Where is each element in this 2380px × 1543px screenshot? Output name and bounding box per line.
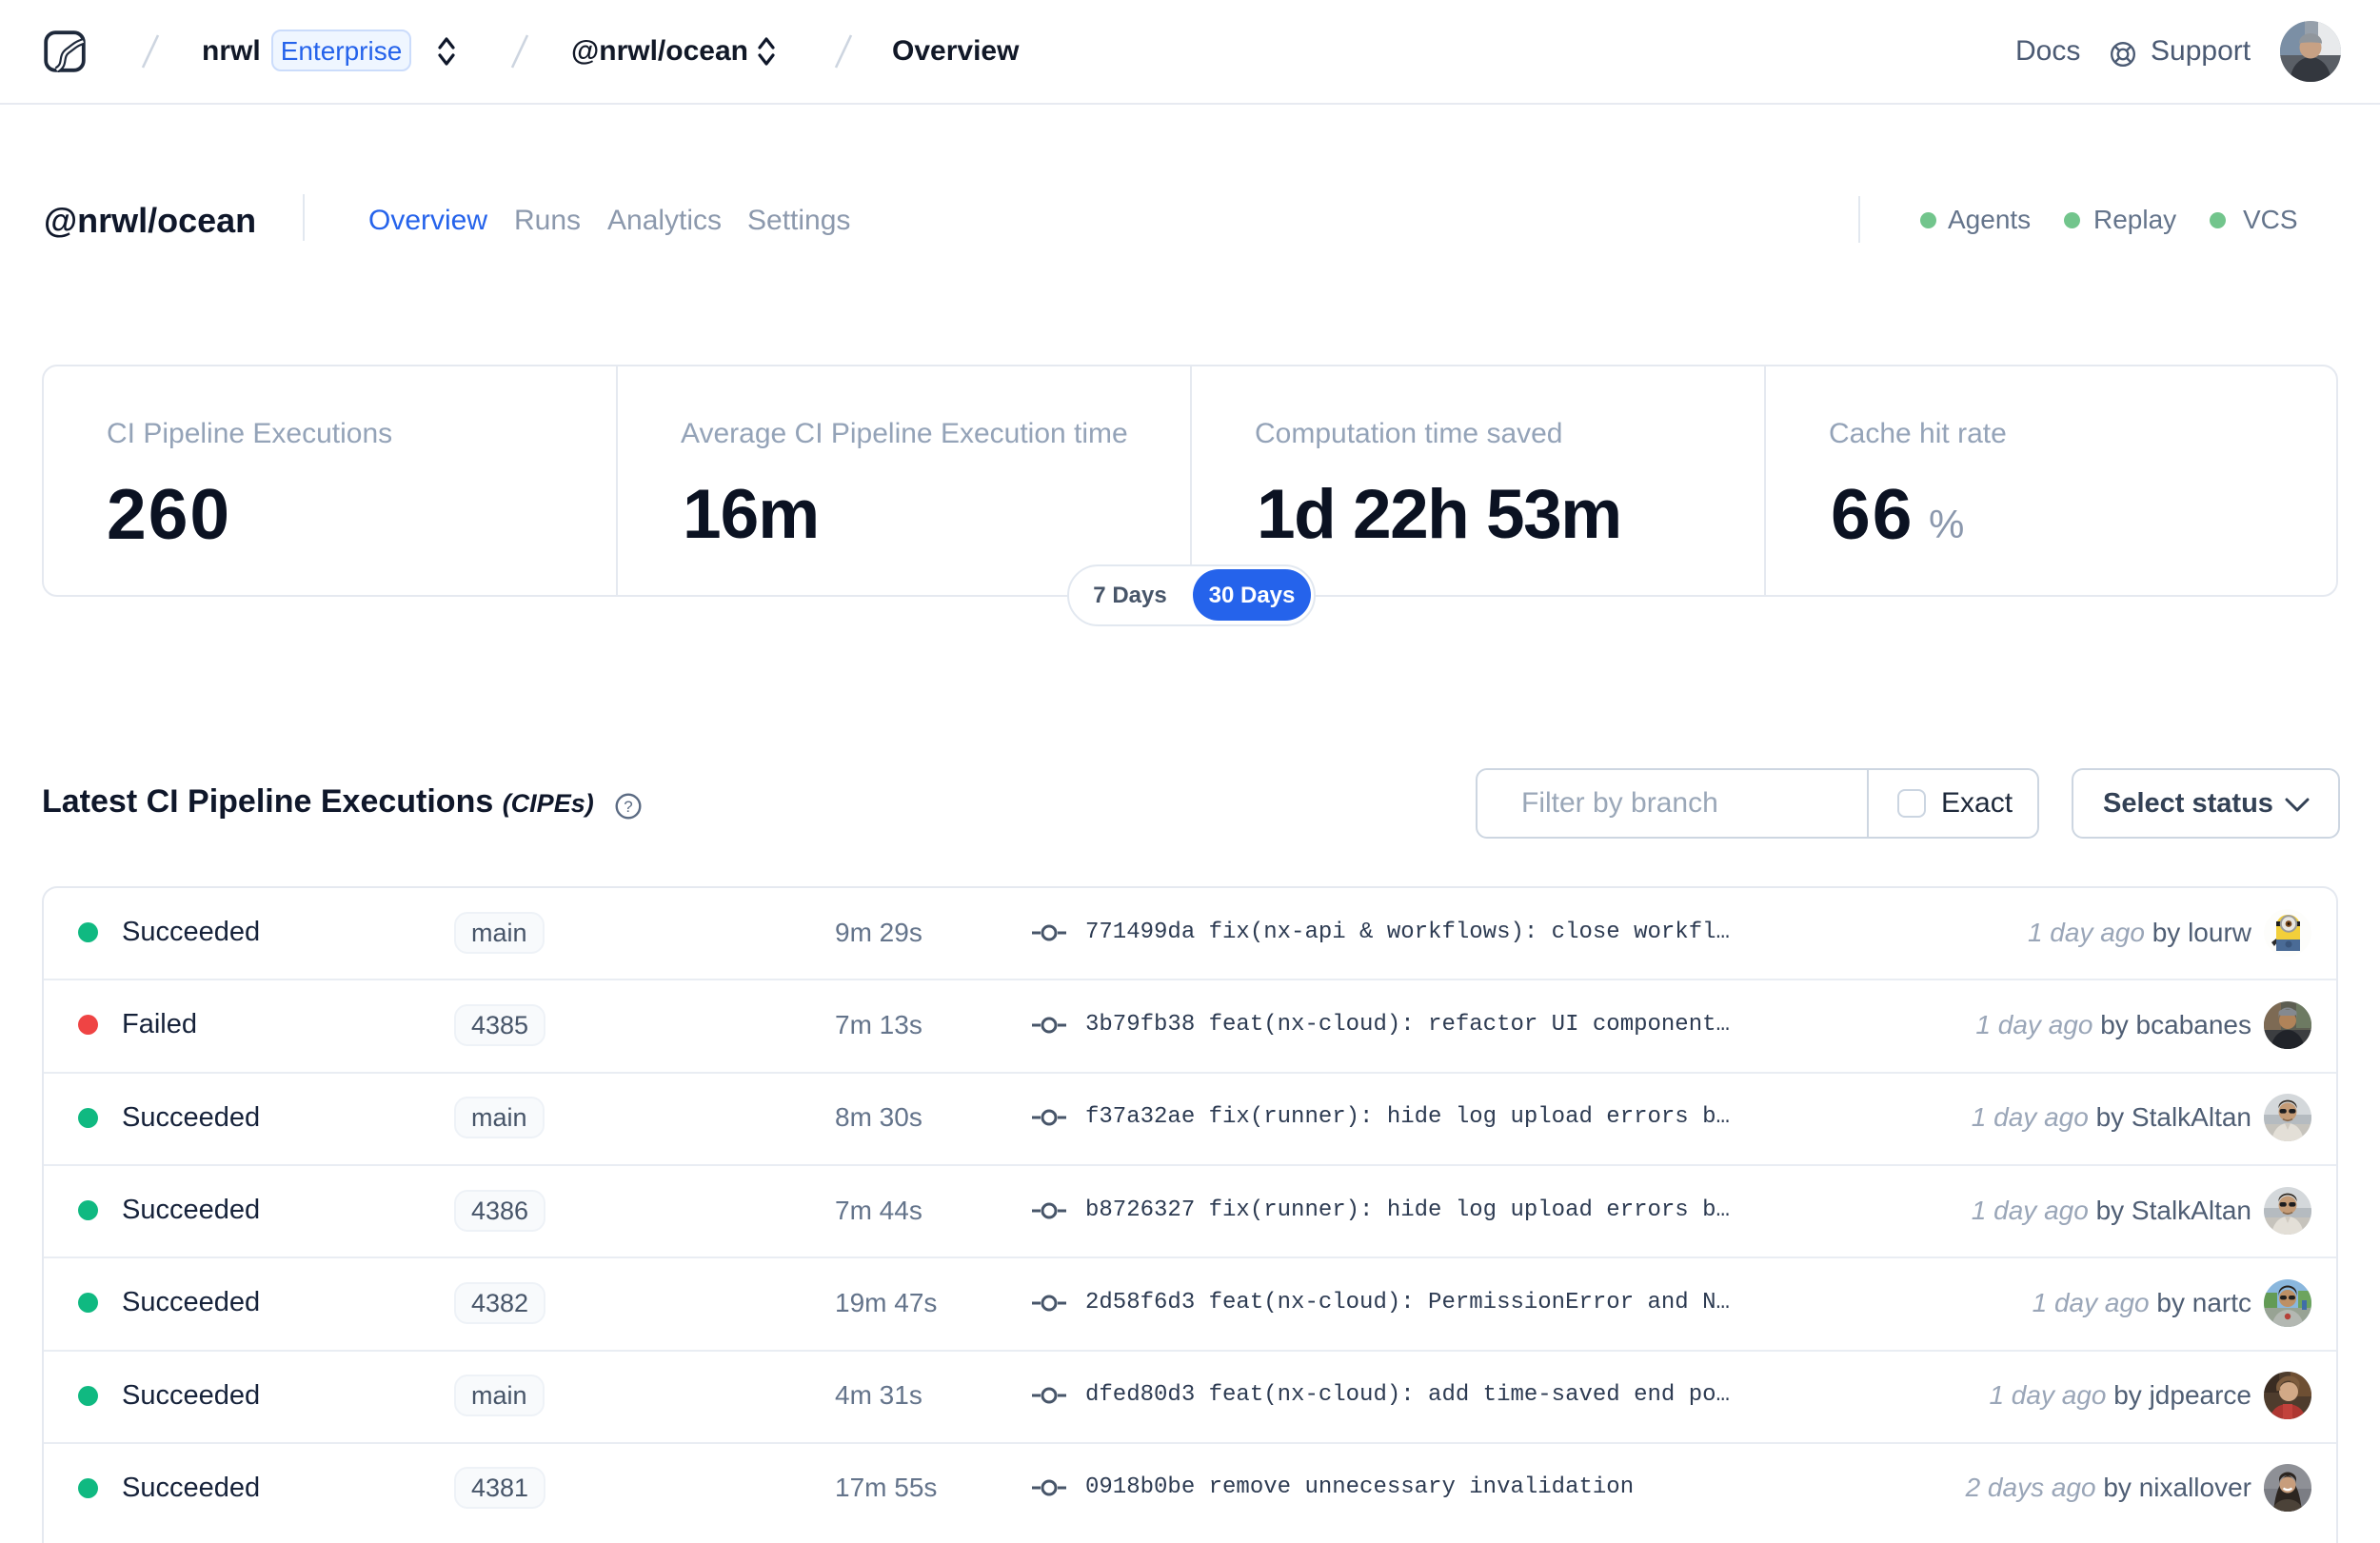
svg-text:?: ? [624,798,632,816]
